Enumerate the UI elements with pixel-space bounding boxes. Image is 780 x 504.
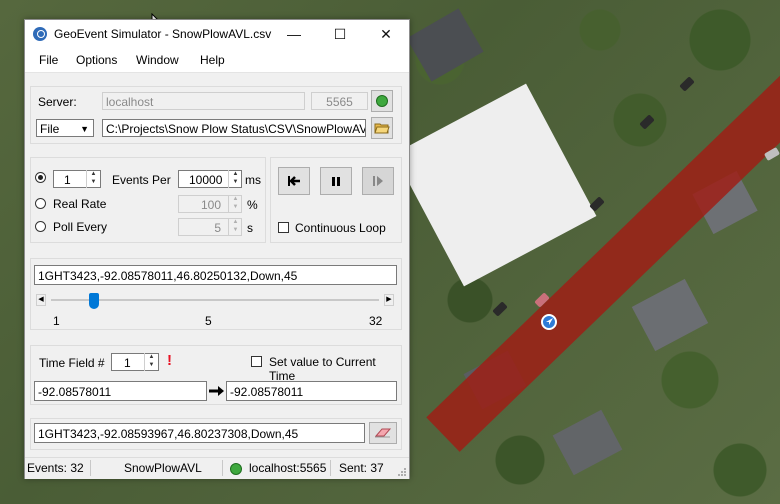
- scroll-right-arrow[interactable]: ▶: [384, 294, 394, 306]
- eraser-icon: [374, 428, 392, 438]
- menu-help[interactable]: Help: [200, 53, 225, 67]
- event-count-stepper[interactable]: ▲ ▼: [86, 170, 100, 188]
- slider-max-label: 32: [369, 314, 383, 328]
- status-bar: Events: 32 SnowPlowAVL localhost:5565 Se…: [25, 457, 409, 479]
- current-event-field[interactable]: 1GHT3423,-92.08578011,46.80250132,Down,4…: [34, 265, 397, 285]
- navigation-arrow-icon: [546, 318, 553, 325]
- server-host-field[interactable]: localhost: [102, 92, 305, 110]
- vehicle: [639, 114, 655, 130]
- minimize-button[interactable]: —: [271, 20, 317, 48]
- sent-event-group: 1GHT3423,-92.08593967,46.80237308,Down,4…: [30, 418, 402, 450]
- server-label: Server:: [38, 95, 77, 109]
- close-button[interactable]: ✕: [363, 20, 409, 48]
- slider-thumb[interactable]: [88, 293, 99, 309]
- events-per-stepper[interactable]: ▲ ▼: [228, 170, 242, 188]
- open-file-button[interactable]: [371, 117, 393, 139]
- time-field-group: Time Field # 1 ▲ ▼ ! Set value to Current…: [30, 345, 402, 405]
- warning-icon: !: [167, 352, 172, 369]
- slider-mid-label: 5: [205, 314, 212, 328]
- status-events-count: Events: 32: [27, 461, 84, 475]
- source-type-select[interactable]: File ▼: [36, 119, 94, 137]
- title-bar[interactable]: GeoEvent Simulator - SnowPlowAVL.csv — ☐…: [25, 20, 409, 48]
- menu-window[interactable]: Window: [136, 53, 179, 67]
- maximize-button[interactable]: ☐: [317, 20, 363, 48]
- time-field-index-stepper[interactable]: ▲ ▼: [144, 353, 158, 371]
- status-divider: [90, 460, 91, 476]
- connect-button[interactable]: [371, 90, 393, 112]
- poll-every-stepper[interactable]: ▲ ▼: [228, 218, 242, 236]
- pause-button[interactable]: [320, 167, 352, 195]
- events-per-label: Events Per: [112, 173, 171, 187]
- time-replaced-field[interactable]: -92.08578011: [226, 381, 397, 401]
- connected-status-icon: [230, 463, 242, 475]
- chevron-down-icon: ▼: [80, 124, 89, 134]
- clear-button[interactable]: [369, 422, 397, 444]
- app-icon: [33, 27, 47, 41]
- slider-min-label: 1: [53, 314, 60, 328]
- status-divider: [330, 460, 331, 476]
- building-roof-dark: [406, 8, 484, 82]
- building-roof: [393, 83, 597, 287]
- server-port-field[interactable]: 5565: [311, 92, 368, 110]
- menu-bar: File Options Window Help: [25, 48, 409, 73]
- house-roof: [552, 409, 623, 476]
- continuous-loop-label: Continuous Loop: [295, 221, 386, 235]
- step-forward-icon: [373, 176, 383, 186]
- rate-group: 1 ▲ ▼ Events Per 10000 ▲ ▼ ms Real Rate 10…: [30, 157, 266, 243]
- set-current-time-label: Set value to Current Time: [269, 355, 376, 383]
- arrow-right-icon: [209, 386, 224, 396]
- playback-group: Continuous Loop: [270, 157, 402, 243]
- set-current-time-checkbox[interactable]: [251, 356, 262, 367]
- continuous-loop-checkbox[interactable]: [278, 222, 289, 233]
- vehicle: [679, 76, 695, 92]
- events-per-radio[interactable]: [35, 172, 46, 183]
- vehicle: [492, 301, 508, 317]
- vehicle: [589, 196, 605, 212]
- time-original-field[interactable]: -92.08578011: [34, 381, 207, 401]
- slider-track[interactable]: ◀ ▶: [36, 293, 394, 309]
- geoevent-simulator-window[interactable]: GeoEvent Simulator - SnowPlowAVL.csv — ☐…: [24, 19, 410, 479]
- window-title: GeoEvent Simulator - SnowPlowAVL.csv: [54, 27, 272, 41]
- pause-icon: [332, 177, 340, 186]
- resize-grip-icon[interactable]: [397, 467, 407, 477]
- status-sent-count: Sent: 37: [339, 461, 384, 475]
- house-roof: [631, 278, 709, 352]
- poll-every-label: Poll Every: [53, 220, 108, 234]
- menu-file[interactable]: File: [39, 53, 58, 67]
- skip-to-start-icon: [288, 176, 300, 186]
- time-field-label: Time Field #: [39, 356, 105, 370]
- vehicle-position-marker[interactable]: [541, 314, 557, 330]
- menu-options[interactable]: Options: [76, 53, 117, 67]
- step-forward-button[interactable]: [362, 167, 394, 195]
- slider-rail: [51, 299, 379, 301]
- status-divider: [222, 460, 223, 476]
- real-rate-unit: %: [247, 198, 258, 212]
- poll-every-unit: s: [247, 221, 253, 235]
- poll-every-radio[interactable]: [35, 221, 46, 232]
- rewind-button[interactable]: [278, 167, 310, 195]
- file-path-field[interactable]: C:\Projects\Snow Plow Status\CSV\SnowPlo…: [102, 119, 366, 137]
- real-rate-stepper[interactable]: ▲ ▼: [228, 195, 242, 213]
- server-group: Server: localhost 5565 File ▼ C:\Project…: [30, 86, 402, 144]
- status-server: localhost:5565: [249, 461, 327, 475]
- real-rate-label: Real Rate: [53, 197, 107, 211]
- events-per-unit: ms: [245, 173, 261, 187]
- real-rate-radio[interactable]: [35, 198, 46, 209]
- folder-open-icon: [374, 123, 390, 134]
- status-file-name: SnowPlowAVL: [124, 461, 202, 475]
- source-type-value: File: [40, 122, 60, 136]
- scroll-left-arrow[interactable]: ◀: [36, 294, 46, 306]
- sent-event-field[interactable]: 1GHT3423,-92.08593967,46.80237308,Down,4…: [34, 423, 365, 443]
- event-slider-group: 1GHT3423,-92.08578011,46.80250132,Down,4…: [30, 258, 402, 330]
- connected-status-icon: [376, 95, 388, 107]
